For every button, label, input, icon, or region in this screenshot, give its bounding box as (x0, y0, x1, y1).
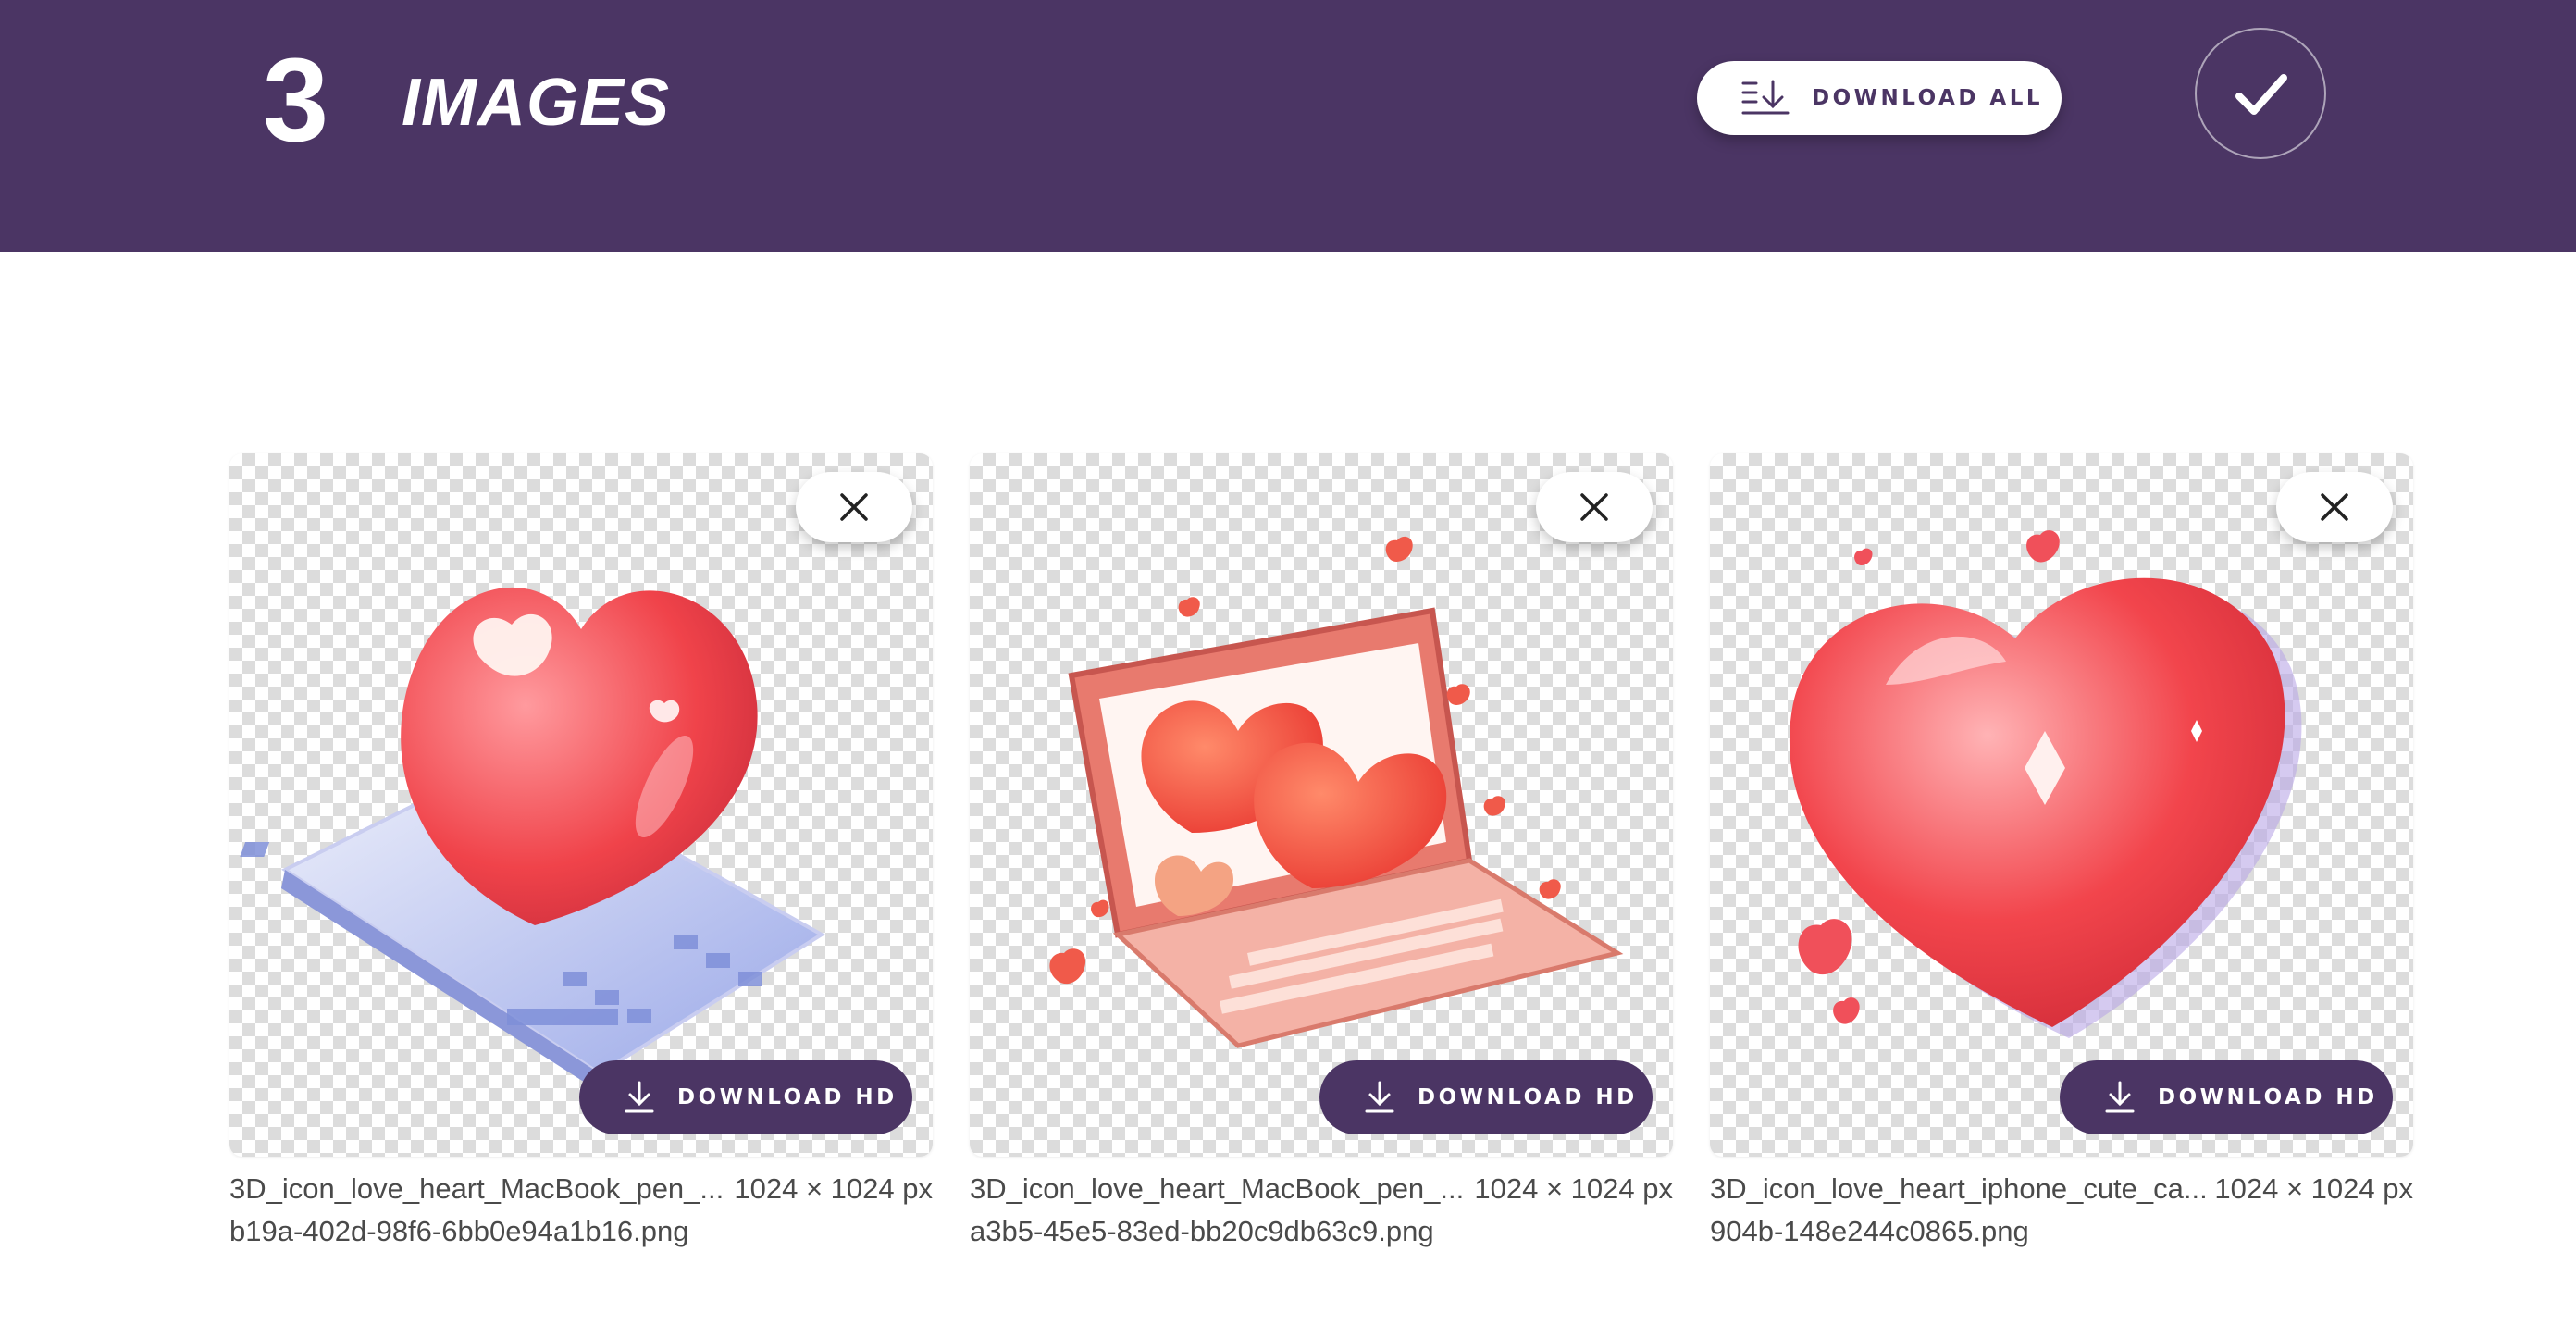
remove-image-button[interactable] (796, 472, 912, 542)
image-dimensions: 1024 × 1024 px (2214, 1172, 2413, 1205)
download-icon (624, 1081, 655, 1114)
remove-image-button[interactable] (2276, 472, 2393, 542)
image-thumbnail[interactable]: DOWNLOAD HD (1710, 453, 2413, 1157)
download-hd-label: DOWNLOAD HD (2158, 1085, 2378, 1109)
download-all-label: DOWNLOAD ALL (1812, 86, 2044, 110)
image-dimensions: 1024 × 1024 px (734, 1172, 933, 1205)
download-icon (2104, 1081, 2136, 1114)
image-thumbnail[interactable]: DOWNLOAD HD (970, 453, 1673, 1157)
glossy-heart-illustration (1789, 530, 2302, 1038)
page-title: IMAGES (402, 66, 671, 140)
file-name: 3D_icon_love_heart_iphone_cute_ca... (1710, 1172, 2208, 1205)
image-count: 3 (263, 34, 328, 167)
checkmark-icon (2235, 74, 2287, 115)
image-dimensions: 1024 × 1024 px (1474, 1172, 1673, 1205)
remove-image-button[interactable] (1536, 472, 1653, 542)
image-meta: 3D_icon_love_heart_MacBook_pen_... 1024 … (970, 1168, 1673, 1253)
image-thumbnail[interactable]: DOWNLOAD HD (229, 453, 933, 1157)
image-meta: 3D_icon_love_heart_iphone_cute_ca... 102… (1710, 1168, 2413, 1253)
close-icon (1580, 493, 1608, 521)
file-name-continued: a3b5-45e5-83ed-bb20c9db63c9.png (970, 1215, 1434, 1247)
download-hd-button[interactable]: DOWNLOAD HD (579, 1060, 912, 1134)
file-name-continued: b19a-402d-98f6-6bb0e94a1b16.png (229, 1215, 689, 1247)
download-hd-button[interactable]: DOWNLOAD HD (1319, 1060, 1653, 1134)
download-icon (1364, 1081, 1395, 1114)
file-name: 3D_icon_love_heart_MacBook_pen_... (970, 1172, 1465, 1205)
download-hd-button[interactable]: DOWNLOAD HD (2060, 1060, 2393, 1134)
file-name: 3D_icon_love_heart_MacBook_pen_... (229, 1172, 724, 1205)
download-all-button[interactable]: DOWNLOAD ALL (1697, 61, 2062, 135)
download-hd-label: DOWNLOAD HD (677, 1085, 898, 1109)
close-icon (2321, 493, 2348, 521)
confirm-button[interactable] (2195, 28, 2326, 159)
file-name-continued: 904b-148e244c0865.png (1710, 1215, 2029, 1247)
close-icon (840, 493, 868, 521)
header-bar: 3 IMAGES DOWNLOAD ALL (0, 0, 2576, 252)
sort-download-icon (1741, 80, 1790, 117)
image-meta: 3D_icon_love_heart_MacBook_pen_... 1024 … (229, 1168, 933, 1253)
download-hd-label: DOWNLOAD HD (1418, 1085, 1638, 1109)
heart-keyboard-illustration (240, 587, 825, 1092)
laptop-hearts-illustration (1049, 536, 1624, 1048)
